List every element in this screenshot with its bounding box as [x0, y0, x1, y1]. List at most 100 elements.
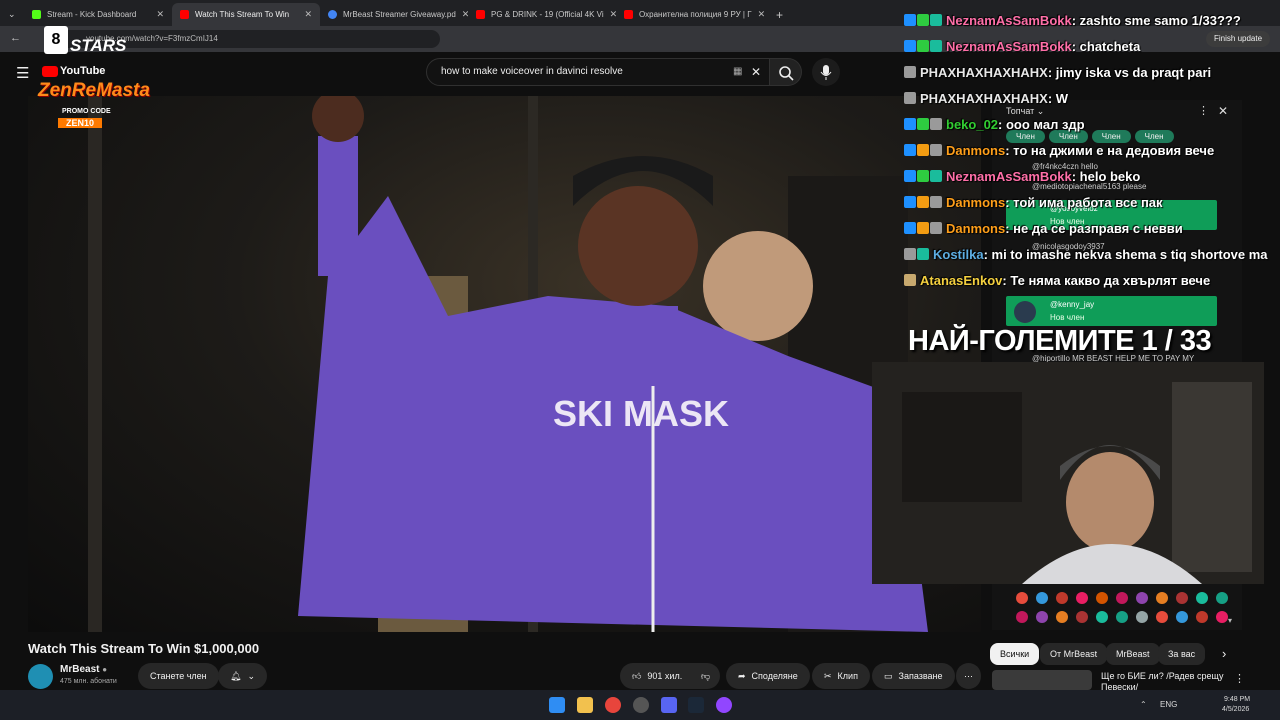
chat-username: PHAXHAXHAXHAHX [920, 64, 1048, 80]
system-tray-chevron-icon[interactable]: ⌃ [1140, 700, 1147, 709]
tab-list-button[interactable]: ⌄ [0, 3, 24, 26]
like-button[interactable]: 👍︎ 901 хил. [620, 663, 695, 689]
chat-badges [904, 222, 942, 234]
emoji-icon[interactable] [1156, 592, 1168, 604]
clip-button[interactable]: ✂ Клип [812, 663, 870, 689]
badge-icon [930, 118, 942, 130]
badge-icon [917, 196, 929, 208]
chip-all[interactable]: Всички [990, 643, 1040, 665]
emoji-icon[interactable] [1136, 611, 1148, 623]
chat-username: Danmons [946, 142, 1006, 158]
emoji-icon[interactable] [1176, 611, 1188, 623]
more-actions-button[interactable]: ⋯ [956, 663, 981, 689]
new-tab-button[interactable]: + [768, 3, 788, 26]
notifications-button[interactable]: 🔔︎ ⌄ [218, 663, 267, 689]
emoji-icon[interactable] [1216, 592, 1228, 604]
menu-icon[interactable]: ☰ [16, 64, 29, 82]
emoji-icon[interactable] [1036, 592, 1048, 604]
start-icon[interactable] [549, 697, 565, 713]
chip-for-you[interactable]: За вас [1158, 643, 1206, 665]
close-icon[interactable]: ✕ [604, 9, 616, 20]
chrome-icon[interactable] [605, 697, 621, 713]
chip-from-mrbeast[interactable]: От MrBeast [1040, 643, 1108, 665]
emoji-icon[interactable] [1016, 592, 1028, 604]
badge-icon [917, 222, 929, 234]
recommended-thumbnail[interactable] [992, 670, 1092, 690]
tab-giveaway-doc[interactable]: MrBeast Streamer Giveaway.pd ✕ [320, 3, 468, 26]
channel-avatar[interactable] [28, 664, 53, 689]
chevron-right-icon[interactable]: › [1222, 646, 1226, 661]
tab-police[interactable]: Охранителна полиция 9 РУ | Г ✕ [616, 3, 764, 26]
clock-date[interactable]: 4/5/2026 [1222, 706, 1249, 713]
keyboard-icon[interactable]: ▦ [733, 59, 742, 85]
verified-icon: ● [102, 665, 108, 674]
video-title: Watch This Stream To Win $1,000,000 [28, 641, 260, 656]
emoji-icon[interactable] [1056, 611, 1068, 623]
search-input[interactable]: how to make voiceover in davinci resolve… [426, 58, 770, 86]
save-button[interactable]: ▭ Запазване [872, 663, 955, 689]
tab-youtube-video[interactable]: Watch This Stream To Win ✕ [172, 3, 320, 26]
emoji-icon[interactable] [1216, 611, 1228, 623]
chat-badges [904, 14, 942, 26]
more-icon[interactable]: ⋮ [1198, 104, 1209, 117]
avatar [1014, 301, 1036, 323]
badge-icon [904, 274, 916, 286]
share-button[interactable]: ➦ Споделяне [726, 663, 810, 689]
close-icon[interactable]: ✕ [150, 9, 164, 20]
chat-username: Kostilka [933, 246, 984, 262]
twitch-icon[interactable] [716, 697, 732, 713]
emoji-icon[interactable] [1116, 592, 1128, 604]
chevron-down-icon: ⌄ [247, 670, 255, 681]
chip-mrbeast[interactable]: MrBeast [1106, 643, 1160, 665]
emoji-icon[interactable] [1116, 611, 1128, 623]
clear-search-icon[interactable]: ✕ [751, 59, 761, 85]
voice-search-button[interactable] [812, 58, 840, 86]
channel-name[interactable]: MrBeast ● [60, 664, 107, 675]
chat-message: : zashto sme samo 1/33??? [1071, 12, 1241, 28]
chat-username: Danmons [946, 220, 1006, 236]
obs-icon[interactable] [633, 697, 649, 713]
join-button[interactable]: Станете член [138, 663, 219, 689]
emoji-icon[interactable] [1096, 592, 1108, 604]
chat-username: NeznamAsSamBokk [946, 38, 1072, 54]
clock-time[interactable]: 9:48 PM [1224, 696, 1250, 703]
more-icon[interactable]: ⋮ [1234, 672, 1245, 685]
close-icon[interactable]: ✕ [298, 9, 312, 20]
badge-icon [904, 144, 916, 156]
more-horizontal-icon: ⋯ [964, 670, 973, 681]
language-indicator[interactable]: ENG [1160, 700, 1177, 709]
search-button[interactable] [770, 58, 802, 86]
emoji-icon[interactable] [1136, 592, 1148, 604]
webcam-scene [872, 362, 1264, 584]
back-icon[interactable]: ← [10, 32, 21, 44]
emoji-icon[interactable] [1096, 611, 1108, 623]
emoji-icon[interactable] [1076, 611, 1088, 623]
discord-icon[interactable] [661, 697, 677, 713]
scissors-icon: ✂ [824, 670, 832, 681]
chevron-down-icon[interactable]: ▾ [1228, 616, 1232, 625]
close-icon[interactable]: ✕ [456, 9, 468, 20]
emoji-picker[interactable] [1010, 586, 1240, 630]
tab-pg-drink[interactable]: PG & DRINK - 19 (Official 4K Vi ✕ [468, 3, 616, 26]
dislike-button[interactable]: 👎︎ [691, 663, 721, 689]
chat-username: Danmons [946, 194, 1006, 210]
emoji-icon[interactable] [1056, 592, 1068, 604]
emoji-grid [1016, 592, 1228, 623]
close-chat-icon[interactable]: ✕ [1218, 104, 1228, 118]
emoji-icon[interactable] [1196, 592, 1208, 604]
emoji-icon[interactable] [1196, 611, 1208, 623]
video-player[interactable]: SKI MASK [28, 96, 981, 632]
finish-update-button[interactable]: Finish update [1206, 31, 1271, 47]
steam-icon[interactable] [688, 697, 704, 713]
badge-icon [930, 196, 942, 208]
file-explorer-icon[interactable] [577, 697, 593, 713]
emoji-icon[interactable] [1016, 611, 1028, 623]
emoji-icon[interactable] [1156, 611, 1168, 623]
emoji-icon[interactable] [1176, 592, 1188, 604]
close-icon[interactable]: ✕ [752, 9, 764, 20]
badge-icon [930, 170, 942, 182]
emoji-icon[interactable] [1036, 611, 1048, 623]
chat-message: : W [1047, 90, 1069, 106]
emoji-icon[interactable] [1076, 592, 1088, 604]
tab-kick-dashboard[interactable]: Stream - Kick Dashboard ✕ [24, 3, 172, 26]
